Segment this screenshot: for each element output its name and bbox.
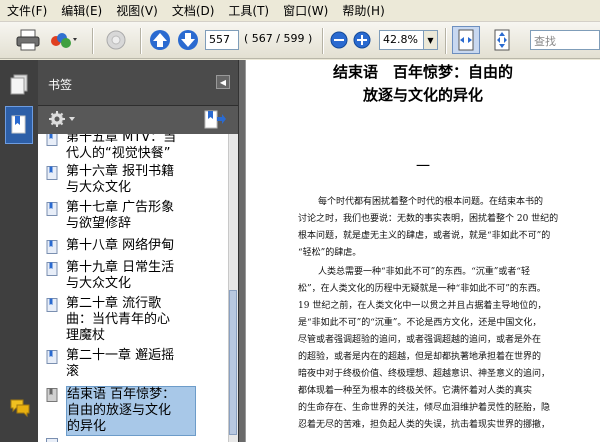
- pages-panel-icon[interactable]: [9, 74, 29, 100]
- bookmark-icon: [46, 262, 58, 276]
- menu-help[interactable]: 帮助(H): [335, 2, 391, 19]
- menu-window[interactable]: 窗口(W): [276, 2, 335, 19]
- comments-icon[interactable]: [9, 398, 31, 422]
- document-page: 结束语 百年惊梦：自由的 放逐与文化的异化 一 每个时代都有困扰着整个时代的根本…: [246, 60, 600, 442]
- menu-tools[interactable]: 工具(T): [221, 2, 276, 19]
- menu-bar: 文件(F) 编辑(E) 视图(V) 文档(D) 工具(T) 窗口(W) 帮助(H…: [0, 0, 600, 22]
- zoom-out-icon[interactable]: [330, 31, 348, 49]
- print-icon[interactable]: [14, 27, 42, 53]
- toolbar: 557 ( 567 / 599 ) 42.8% ▼ 查找: [0, 22, 600, 59]
- navigation-rail: [0, 60, 38, 442]
- panel-splitter[interactable]: [238, 60, 246, 442]
- search-input[interactable]: 查找: [530, 30, 600, 50]
- bookmark-icon: [46, 166, 58, 180]
- bookmark-item-chapter-16[interactable]: 第十六章 报刊书籍 与大众文化: [38, 164, 226, 196]
- bookmark-item-chapter-19[interactable]: 第十九章 日常生活 与大众文化: [38, 260, 226, 292]
- page-title-line-1: 结束语 百年惊梦：自由的: [332, 63, 513, 81]
- zoom-level-input[interactable]: 42.8%: [379, 30, 424, 50]
- disabled-tool-icon: [102, 27, 130, 53]
- bookmark-item-conclusion[interactable]: 结束语 百年惊梦： 自由的放逐与文化 的异化: [38, 386, 226, 436]
- page-count-label: ( 567 / 599 ): [244, 32, 313, 45]
- bookmark-icon: [46, 298, 58, 312]
- menu-view[interactable]: 视图(V): [109, 2, 165, 19]
- bookmark-scrollbar-thumb[interactable]: [229, 290, 237, 435]
- bookmark-item-chapter-17[interactable]: 第十七章 广告形象 与欲望修辞: [38, 200, 226, 232]
- bookmark-item-chapter-15[interactable]: 第十五章 MTV：当 代人的“视觉快餐”: [38, 134, 226, 162]
- menu-edit[interactable]: 编辑(E): [54, 2, 109, 19]
- page-title-line-2: 放逐与文化的异化: [362, 86, 483, 104]
- paragraph-1: 每个时代都有困扰着整个时代的根本问题。在结束本书的 讨论之时，我们也要说：无数的…: [298, 197, 559, 258]
- options-gear-icon[interactable]: [48, 110, 78, 132]
- page-number-input[interactable]: 557: [205, 30, 239, 50]
- expand-bookmark-icon[interactable]: [204, 110, 226, 134]
- fit-width-icon[interactable]: [452, 26, 480, 54]
- bookmark-icon: [46, 202, 58, 216]
- bookmark-icon: [46, 350, 58, 364]
- bookmark-item-chapter-21[interactable]: 第二十一章 邂逅摇滚: [38, 348, 226, 380]
- bookmark-item-chapter-20[interactable]: 第二十章 流行歌 曲：当代青年的心 理魔杖: [38, 296, 226, 344]
- bookmark-item-chapter-18[interactable]: 第十八章 网络伊甸: [38, 238, 226, 254]
- collaborate-icon[interactable]: [48, 27, 82, 53]
- menu-file[interactable]: 文件(F): [0, 2, 54, 19]
- section-number: 一: [416, 159, 430, 175]
- zoom-in-icon[interactable]: [353, 31, 371, 49]
- bookmark-icon: [46, 240, 58, 254]
- bookmark-icon: [46, 438, 58, 442]
- bookmarks-panel-header: 书签 ◀: [38, 60, 238, 106]
- panel-title: 书签: [48, 78, 73, 92]
- previous-page-icon[interactable]: [148, 27, 172, 53]
- bookmark-icon: [46, 388, 58, 402]
- next-page-icon[interactable]: [176, 27, 200, 53]
- bookmarks-toolbar: [38, 106, 238, 134]
- zoom-dropdown-chevron-icon[interactable]: ▼: [424, 30, 438, 50]
- bookmark-list: 第十五章 MTV：当 代人的“视觉快餐” 第十六章 报刊书籍 与大众文化 第十七章 …: [38, 134, 228, 442]
- bookmark-panel-icon: [11, 115, 26, 134]
- menu-document[interactable]: 文档(D): [165, 2, 222, 19]
- bookmarks-panel-tab[interactable]: [5, 106, 33, 144]
- paragraph-2: 人类总需要一种“非如此不可”的东西。“沉重”或者“轻 松”，在人类文化的历程中无…: [298, 267, 551, 430]
- bookmark-icon: [46, 134, 58, 146]
- collapse-panel-icon[interactable]: ◀: [216, 75, 230, 89]
- fit-page-icon[interactable]: [488, 26, 516, 54]
